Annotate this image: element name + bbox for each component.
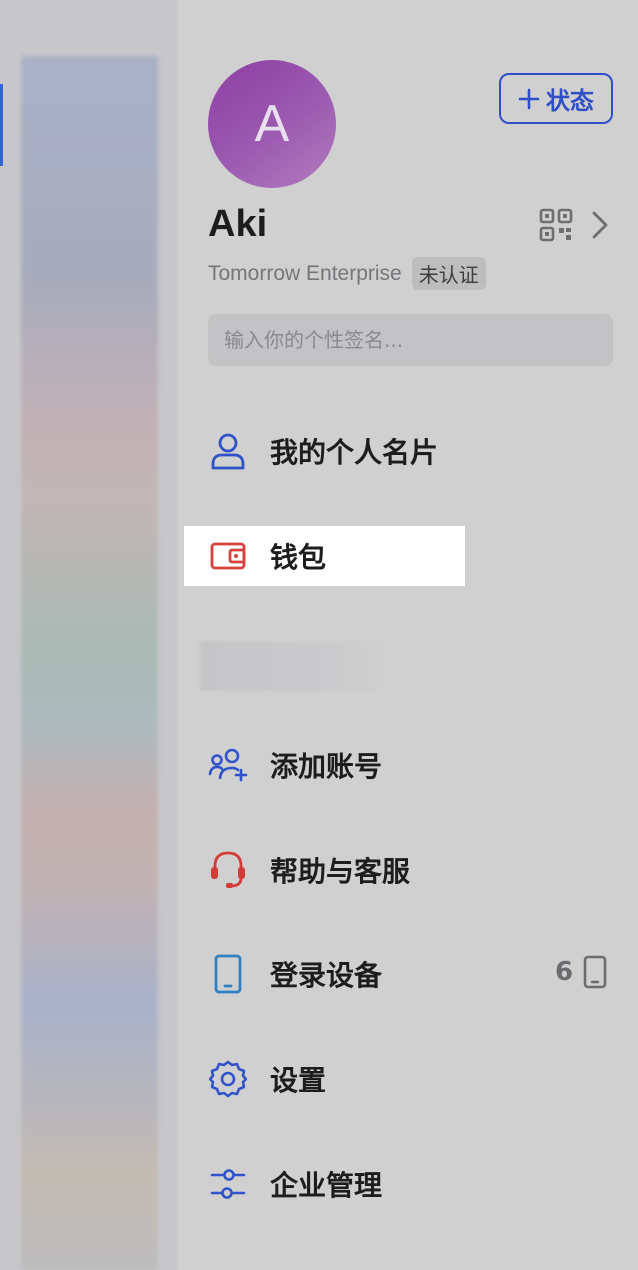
organization-name: Tomorrow Enterprise [208, 261, 402, 285]
left-active-indicator [0, 84, 3, 166]
menu-label-help: 帮助与客服 [270, 855, 411, 888]
device-phone-icon [583, 955, 607, 989]
sliders-icon [210, 1169, 246, 1199]
signature-input[interactable] [208, 314, 613, 366]
menu-label-wallet: 钱包 [270, 541, 327, 574]
profile-drawer: A 状态 Aki Tomorrow Enterprise 未认证 输入你的个性签… [178, 0, 638, 1270]
qr-code-icon[interactable] [539, 208, 573, 242]
menu-label-enterprise: 企业管理 [270, 1169, 383, 1202]
chevron-right-icon[interactable] [590, 210, 610, 240]
menu-label-add-account: 添加账号 [270, 750, 383, 783]
avatar[interactable]: A [208, 60, 336, 188]
menu-item-settings[interactable]: 设置 [186, 1049, 616, 1109]
device-count[interactable]: 6 [555, 955, 607, 989]
verification-badge[interactable]: 未认证 [411, 257, 486, 290]
menu-item-wallet[interactable]: 钱包 [184, 526, 465, 586]
loading-placeholder [200, 641, 390, 691]
menu-item-add-account[interactable]: 添加账号 [186, 735, 616, 795]
profile-name: Aki [208, 203, 268, 245]
menu-label-settings: 设置 [270, 1064, 327, 1097]
add-account-icon [208, 748, 248, 782]
menu-item-help[interactable]: 帮助与客服 [186, 840, 616, 900]
menu-item-devices[interactable]: 登录设备 [186, 944, 616, 1004]
add-status-button[interactable]: 状态 [499, 73, 613, 124]
menu-item-enterprise[interactable]: 企业管理 [186, 1154, 616, 1214]
menu-label-business-card: 我的个人名片 [270, 436, 439, 469]
conversation-list-panel [0, 0, 178, 1270]
wallet-icon [210, 542, 246, 570]
plus-icon [518, 88, 540, 109]
avatar-letter: A [254, 95, 290, 153]
phone-icon [214, 954, 242, 994]
status-button-label: 状态 [546, 87, 594, 115]
menu-label-devices: 登录设备 [270, 959, 383, 992]
gear-icon [209, 1060, 247, 1098]
headset-icon [211, 851, 245, 888]
blurred-chat-list [21, 56, 158, 1270]
organization-row: Tomorrow Enterprise 未认证 [208, 257, 486, 290]
menu-item-business-card[interactable]: 我的个人名片 [186, 421, 616, 481]
device-count-number: 6 [555, 957, 574, 987]
person-icon [211, 433, 245, 470]
